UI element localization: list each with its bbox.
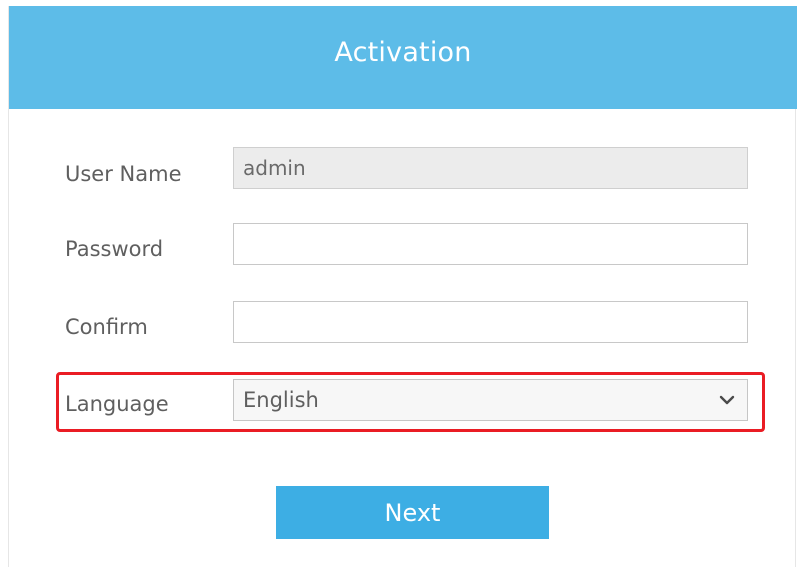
- next-button[interactable]: Next: [276, 486, 549, 539]
- confirm-password-field[interactable]: [233, 301, 748, 343]
- username-label: User Name: [65, 162, 182, 186]
- password-label: Password: [65, 237, 164, 261]
- password-field[interactable]: [233, 223, 748, 265]
- activation-dialog: Activation User Name Password Confirm La…: [8, 6, 797, 567]
- username-field[interactable]: [233, 147, 748, 189]
- dialog-title: Activation: [334, 37, 472, 68]
- language-highlight-box: [56, 372, 765, 432]
- dialog-header: Activation: [9, 6, 797, 109]
- confirm-label: Confirm: [65, 315, 148, 339]
- screen: Activation User Name Password Confirm La…: [0, 0, 798, 567]
